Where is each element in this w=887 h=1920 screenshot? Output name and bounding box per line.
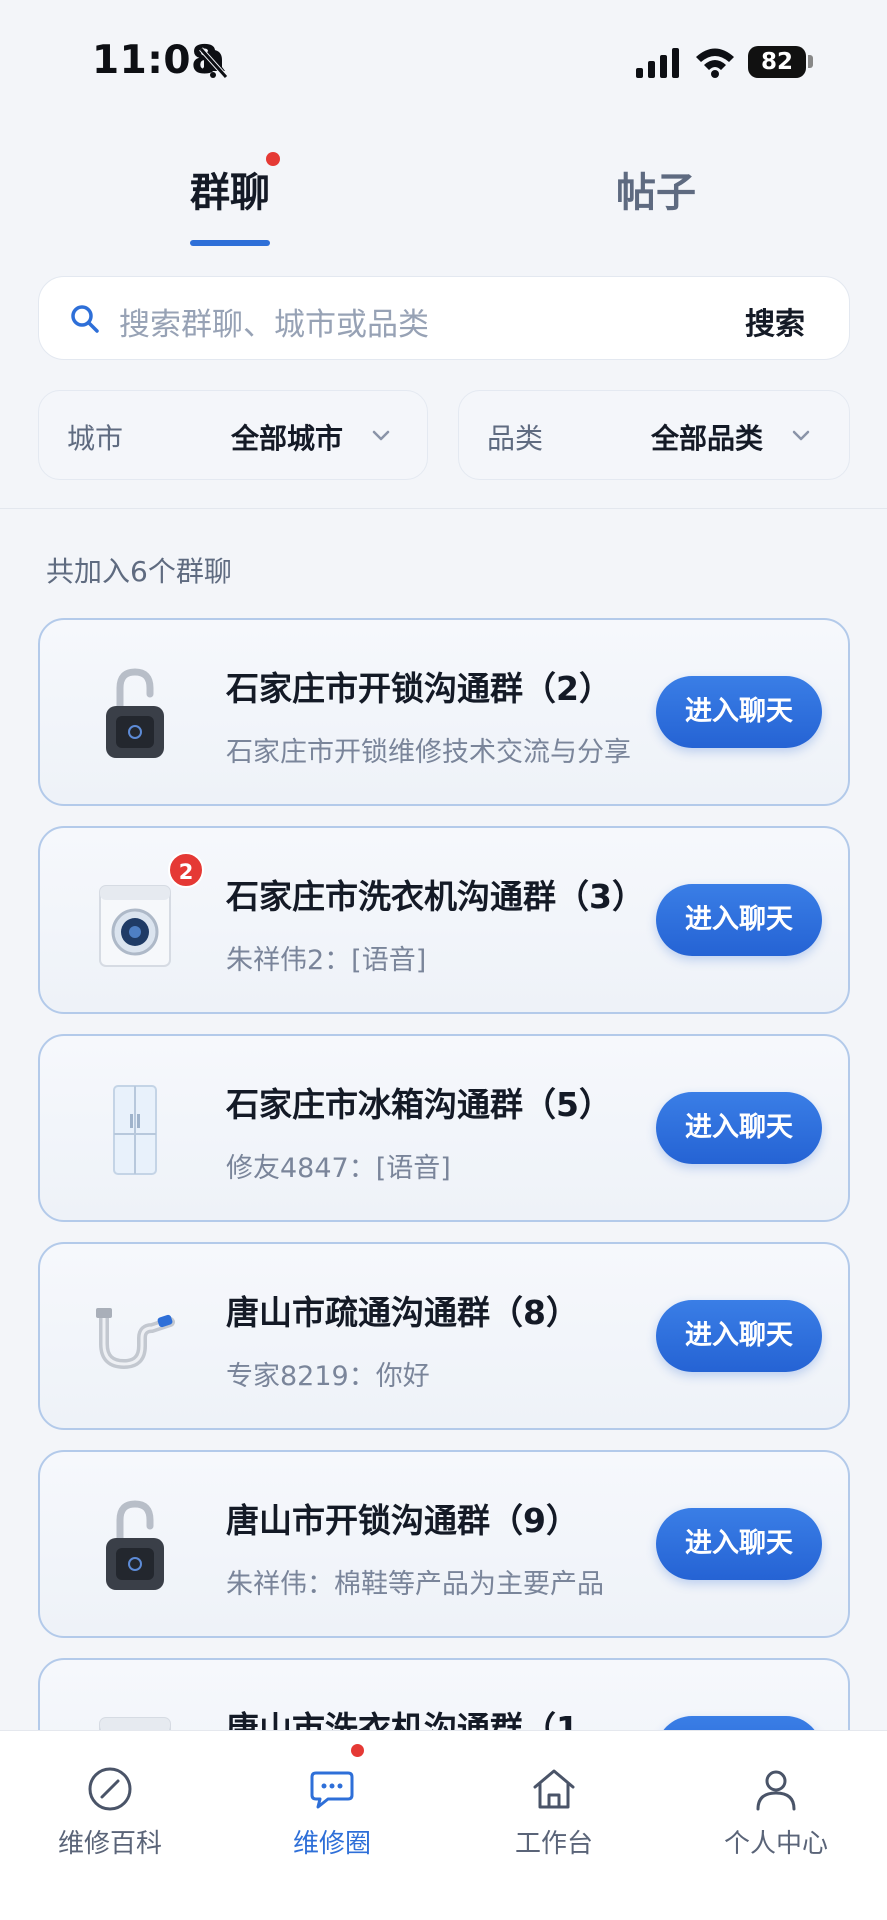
user-icon: [756, 1770, 796, 1811]
nav-label-wiki: 维修百科: [57, 1829, 162, 1859]
city-filter-value[interactable]: 全部城市: [231, 417, 343, 457]
group-title: 唐山市疏通沟通群（8）: [226, 1293, 579, 1332]
nav-label-workbench: 工作台: [514, 1829, 593, 1859]
enter-chat-button[interactable]: 进入聊天: [656, 1092, 822, 1164]
city-filter[interactable]: 城市 全部城市: [38, 390, 428, 480]
group-last-message: 专家8219：你好: [226, 1361, 430, 1392]
section-divider: [0, 508, 887, 509]
pipe-icon: [96, 1308, 175, 1370]
home-icon: [533, 1769, 575, 1809]
battery-cap: [808, 55, 813, 68]
nav-label-profile: 个人中心: [723, 1829, 828, 1859]
signal-icon: [636, 48, 679, 78]
group-last-message: 朱祥伟2：[语音]: [226, 945, 427, 976]
battery-indicator: 82: [748, 46, 806, 78]
group-title: 唐山市开锁沟通群（9）: [226, 1501, 579, 1540]
nav-item-workbench[interactable]: 工作台: [454, 1751, 654, 1871]
category-filter-value[interactable]: 全部品类: [651, 417, 763, 457]
bell-muted-icon: [199, 47, 228, 79]
lock-icon: [106, 668, 164, 758]
group-card[interactable]: 2 石家庄市洗衣机沟通群（3） 朱祥伟2：[语音] 进入聊天: [38, 826, 850, 1014]
tab-posts[interactable]: 帖子: [616, 160, 696, 218]
group-last-message: 石家庄市开锁维修技术交流与分享: [226, 737, 631, 768]
top-tabs: 群聊 帖子: [0, 140, 887, 250]
enter-chat-button[interactable]: 进入聊天: [656, 884, 822, 956]
enter-chat-button[interactable]: 进入聊天: [656, 1300, 822, 1372]
group-last-message: 修友4847：[语音]: [226, 1153, 451, 1184]
search-bar[interactable]: 搜索群聊、城市或品类 搜索: [38, 276, 850, 360]
nav-label-circle: 维修圈: [292, 1829, 371, 1859]
group-card[interactable]: 石家庄市冰箱沟通群（5） 修友4847：[语音] 进入聊天: [38, 1034, 850, 1222]
washing-machine-icon: [99, 885, 171, 967]
lock-icon: [106, 1500, 164, 1590]
search-icon: [71, 305, 99, 333]
group-card[interactable]: 唐山市疏通沟通群（8） 专家8219：你好 进入聊天: [38, 1242, 850, 1430]
group-last-message: 朱祥伟：棉鞋等产品为主要产品: [226, 1569, 604, 1600]
unread-badge: 2: [168, 852, 204, 888]
nav-item-wiki[interactable]: 维修百科: [10, 1751, 210, 1871]
group-title: 石家庄市冰箱沟通群（5）: [226, 1085, 612, 1124]
status-bar: 11:08 82: [0, 0, 887, 100]
category-filter-label: 品类: [487, 422, 544, 455]
tab-unread-dot: [266, 152, 280, 166]
search-input[interactable]: 搜索群聊、城市或品类: [119, 299, 429, 344]
tab-active-indicator: [190, 240, 270, 246]
chat-bubble-icon: [310, 1771, 354, 1809]
group-card[interactable]: 石家庄市开锁沟通群（2） 石家庄市开锁维修技术交流与分享 进入聊天: [38, 618, 850, 806]
group-title: 石家庄市洗衣机沟通群（3）: [226, 877, 645, 916]
nav-item-circle[interactable]: 维修圈: [232, 1751, 432, 1871]
nav-unread-dot: [351, 1744, 364, 1757]
tab-groups[interactable]: 群聊: [190, 160, 270, 218]
compass-icon: [88, 1767, 132, 1811]
group-title: 石家庄市开锁沟通群（2）: [226, 669, 612, 708]
city-filter-label: 城市: [67, 422, 124, 455]
chevron-down-icon: [792, 430, 810, 441]
group-card[interactable]: 唐山市开锁沟通群（9） 朱祥伟：棉鞋等产品为主要产品 进入聊天: [38, 1450, 850, 1638]
refrigerator-icon: [113, 1085, 157, 1175]
nav-item-profile[interactable]: 个人中心: [676, 1751, 876, 1871]
bottom-nav: 维修百科 维修圈 工作台 个人中心: [0, 1730, 887, 1920]
search-button[interactable]: 搜索: [745, 299, 805, 343]
category-filter[interactable]: 品类 全部品类: [458, 390, 850, 480]
enter-chat-button[interactable]: 进入聊天: [656, 1508, 822, 1580]
joined-groups-count: 共加入6个群聊: [46, 555, 232, 588]
chevron-down-icon: [372, 430, 390, 441]
wifi-icon: [696, 48, 734, 78]
enter-chat-button[interactable]: 进入聊天: [656, 676, 822, 748]
